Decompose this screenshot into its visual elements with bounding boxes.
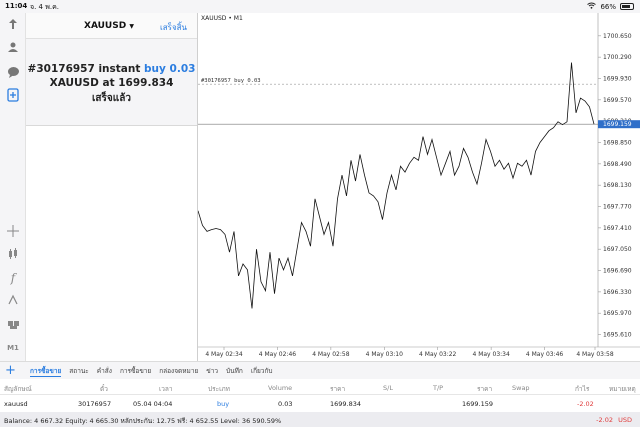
templates-icon[interactable] xyxy=(4,315,22,333)
time-tick-label: 4 May 02:34 xyxy=(205,351,243,358)
row-time: 05.04 04:04 xyxy=(133,400,173,408)
crosshair-icon[interactable] xyxy=(4,222,22,240)
order-summary-line: #30176957 instant buy 0.03 xyxy=(26,63,197,75)
tab-1[interactable]: สถานะ xyxy=(69,366,89,377)
row-open-price: 1699.834 xyxy=(330,400,362,408)
chart-type-icon[interactable] xyxy=(4,245,22,263)
col-comment: หมายเหตุ xyxy=(609,385,636,393)
order-status: เสร็จแล้ว xyxy=(92,93,131,104)
order-header: XAUUSD ▼ เสร็จสิ้น xyxy=(26,13,197,39)
tab-0[interactable]: การซื้อขาย xyxy=(30,366,62,377)
indicators-icon[interactable]: f xyxy=(4,269,22,287)
chat-icon[interactable] xyxy=(4,63,22,81)
col-profit: กำไร xyxy=(575,385,590,393)
col-ticket: ตั๋ว xyxy=(100,385,108,393)
tab-6[interactable]: บันทึก xyxy=(226,366,243,377)
time-tick-label: 4 May 03:46 xyxy=(526,351,564,358)
price-tick-label: 1697.410 xyxy=(603,225,632,232)
done-button[interactable]: เสร็จสิ้น xyxy=(160,21,187,34)
col-symbol: สัญลักษณ์ xyxy=(4,385,32,393)
row-symbol: xauusd xyxy=(4,400,28,408)
table-header: สัญลักษณ์ ตั๋ว เวลา ประเภท Volume ราคา S… xyxy=(0,379,640,395)
quotes-icon[interactable] xyxy=(4,15,22,33)
price-tick-label: 1700.650 xyxy=(603,33,632,40)
col-tp: T/P xyxy=(433,384,444,392)
balance-bar: Balance: 4 667.32 Equity: 4 665.30 หลักป… xyxy=(0,412,640,427)
price-tick-label: 1698.490 xyxy=(603,161,632,168)
status-right: 66% xyxy=(587,2,634,11)
chevron-down-icon: ▼ xyxy=(129,23,134,30)
price-tick-label: 1697.050 xyxy=(603,246,632,253)
time-tick-label: 4 May 03:34 xyxy=(472,351,510,358)
row-profit: -2.02 xyxy=(577,400,594,408)
price-chart[interactable]: XAUUSD • M1 1700.650 1700.290 1699.930 1699… xyxy=(197,13,640,361)
col-price: ราคา xyxy=(330,385,346,393)
time-tick-label: 4 May 03:22 xyxy=(419,351,457,358)
chart-title: XAUUSD • M1 xyxy=(201,15,243,22)
price-series-line xyxy=(197,62,595,309)
time-tick-label: 4 May 02:58 xyxy=(312,351,350,358)
symbol-selector[interactable]: XAUUSD ▼ xyxy=(84,21,134,31)
col-type: ประเภท xyxy=(208,385,230,393)
price-tick-label: 1698.130 xyxy=(603,182,632,189)
col-time: เวลา xyxy=(159,385,173,393)
order-ref: #30176957 instant xyxy=(27,63,141,75)
price-tick-label: 1695.970 xyxy=(603,310,632,317)
time-tick-label: 4 May 03:10 xyxy=(366,351,404,358)
col-current-price: ราคา xyxy=(477,385,493,393)
price-tick-label: 1699.570 xyxy=(603,97,632,104)
tabs-container: การซื้อขาย สถานะ คำสั่ง การซื้อขาย กล่องจดหม… xyxy=(30,366,273,377)
objects-icon[interactable] xyxy=(4,291,22,309)
bottom-tabs: + การซื้อขาย สถานะ คำสั่ง การซื้อขาย กล่องจด… xyxy=(0,361,640,379)
row-current-price: 1699.159 xyxy=(462,400,494,408)
battery-percent: 66% xyxy=(600,2,616,11)
wifi-icon xyxy=(587,2,597,11)
price-tick-label: 1698.850 xyxy=(603,140,632,147)
row-type: buy xyxy=(217,400,230,408)
new-order-icon[interactable] xyxy=(4,86,22,104)
price-tick-label: 1696.330 xyxy=(603,289,632,296)
add-icon[interactable]: + xyxy=(5,363,16,378)
time-tick-label: 4 May 03:58 xyxy=(576,351,614,358)
left-toolbar: f M1 xyxy=(0,13,26,361)
price-tick-label: 1697.770 xyxy=(603,204,632,211)
order-confirmation-panel: XAUUSD ▼ เสร็จสิ้น #30176957 instant buy… xyxy=(26,13,197,126)
status-time: 11:04 xyxy=(5,2,28,10)
tab-5[interactable]: ข่าว xyxy=(206,366,218,377)
symbol-label: XAUUSD xyxy=(84,21,127,31)
row-ticket: 30176957 xyxy=(78,400,112,408)
order-level-label: #30176957 buy 0.03 xyxy=(201,78,261,84)
current-price-label: 1699.159 xyxy=(603,121,632,128)
timeframe-icon[interactable]: M1 xyxy=(4,339,22,357)
status-bar: 11:04 จ. 4 พ.ค. 66% xyxy=(0,0,640,13)
tab-4[interactable]: กล่องจดหมาย xyxy=(159,366,198,377)
app-root: 11:04 จ. 4 พ.ค. 66% f M1 XAUUSD ▼ เสร็จส… xyxy=(0,0,640,447)
price-tick-label: 1696.690 xyxy=(603,268,632,275)
status-date: จ. 4 พ.ค. xyxy=(30,3,59,11)
price-tick-label: 1699.930 xyxy=(603,75,632,82)
chart-svg: 1700.6501700.2901699.9301699.5701699.210… xyxy=(197,13,640,358)
price-tick-label: 1700.290 xyxy=(603,54,632,61)
col-sl: S/L xyxy=(383,384,393,392)
col-swap: Swap xyxy=(512,384,530,392)
col-volume: Volume xyxy=(268,384,293,392)
battery-icon xyxy=(620,3,634,10)
table-row[interactable]: xauusd 30176957 05.04 04:04 buy 0.03 169… xyxy=(0,395,640,412)
order-type: buy 0.03 xyxy=(144,63,196,75)
tab-3[interactable]: การซื้อขาย xyxy=(120,366,151,377)
row-volume: 0.03 xyxy=(278,400,293,408)
account-icon[interactable] xyxy=(4,38,22,56)
balance-text: Balance: 4 667.32 Equity: 4 665.30 หลักป… xyxy=(4,417,282,425)
balance-currency: USD xyxy=(618,416,632,424)
tab-2[interactable]: คำสั่ง xyxy=(97,366,112,377)
price-tick-label: 1695.610 xyxy=(603,332,632,339)
bottom-area xyxy=(0,427,640,447)
tab-7[interactable]: เกี่ยวกับ xyxy=(251,366,273,377)
order-price-line: XAUUSD at 1699.834 xyxy=(49,77,174,89)
balance-total: -2.02 xyxy=(596,416,613,424)
time-tick-label: 4 May 02:46 xyxy=(259,351,297,358)
